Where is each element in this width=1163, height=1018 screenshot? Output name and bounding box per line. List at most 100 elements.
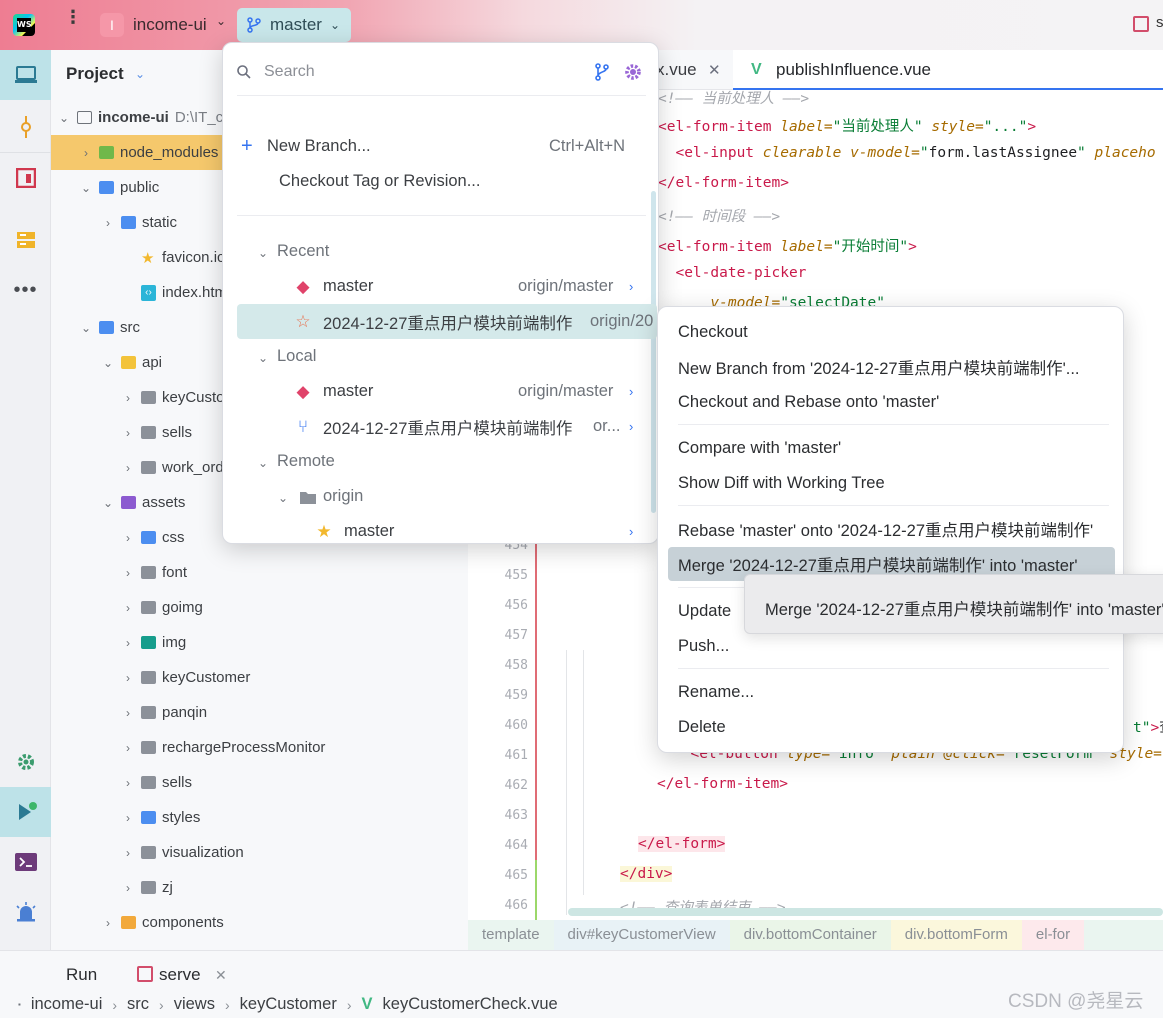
- tree-row[interactable]: › styles: [51, 800, 468, 835]
- webstorm-logo-icon[interactable]: WS: [13, 14, 35, 36]
- path-segment[interactable]: src: [127, 995, 149, 1014]
- checkout-tag-item[interactable]: Checkout Tag or Revision...: [237, 164, 657, 199]
- chevron-down-icon[interactable]: ⌄: [258, 351, 268, 365]
- tree-row[interactable]: › panqin: [51, 695, 468, 730]
- chevron-right-icon[interactable]: ›: [121, 671, 135, 685]
- breadcrumb-item[interactable]: div#keyCustomerView: [553, 920, 730, 950]
- problems-tool-button[interactable]: [0, 887, 51, 937]
- menu-item[interactable]: Rename...: [668, 675, 1115, 709]
- menu-item[interactable]: Checkout and Rebase onto 'master': [668, 385, 1115, 419]
- branch-switcher[interactable]: master ⌄: [237, 8, 351, 42]
- structure-tool-button[interactable]: [0, 152, 51, 202]
- chevron-right-icon[interactable]: ›: [121, 566, 135, 580]
- chevron-right-icon[interactable]: ›: [121, 391, 135, 405]
- commit-tool-button[interactable]: [0, 102, 51, 152]
- chevron-right-icon[interactable]: ›: [101, 916, 115, 930]
- tree-row[interactable]: › components: [51, 905, 468, 940]
- run-config-icon[interactable]: [1133, 16, 1149, 32]
- chevron-right-icon[interactable]: ›: [121, 811, 135, 825]
- panel-title[interactable]: Project: [66, 64, 124, 84]
- chevron-right-icon[interactable]: ›: [79, 146, 93, 160]
- branch-item[interactable]: ★ master ›: [237, 514, 657, 543]
- chevron-down-icon[interactable]: ⌄: [101, 356, 115, 370]
- chevron-down-icon[interactable]: ⌄: [278, 491, 288, 505]
- chevron-right-icon[interactable]: ›: [121, 461, 135, 475]
- tree-row[interactable]: › sells: [51, 765, 468, 800]
- chevron-down-icon[interactable]: ⌄: [101, 496, 115, 510]
- database-tool-button[interactable]: [0, 215, 51, 265]
- run-config-tab[interactable]: serve: [159, 965, 201, 985]
- project-tool-button[interactable]: [0, 50, 51, 100]
- breadcrumb-item[interactable]: el-for: [1021, 920, 1085, 950]
- menu-item[interactable]: Show Diff with Working Tree: [668, 466, 1115, 500]
- path-segment[interactable]: keyCustomerCheck.vue: [383, 995, 558, 1014]
- tree-row[interactable]: › rechargeProcessMonitor: [51, 730, 468, 765]
- group-local[interactable]: Local: [277, 347, 316, 366]
- chevron-right-icon[interactable]: ›: [121, 706, 135, 720]
- chevron-down-icon[interactable]: ⌄: [79, 181, 93, 195]
- chevron-right-icon[interactable]: ›: [121, 741, 135, 755]
- chevron-right-icon[interactable]: ›: [121, 636, 135, 650]
- project-switcher[interactable]: income-ui: [133, 15, 207, 35]
- close-icon[interactable]: ✕: [708, 61, 721, 79]
- chevron-right-icon[interactable]: ›: [121, 776, 135, 790]
- chevron-right-icon[interactable]: ›: [121, 846, 135, 860]
- breadcrumb-item[interactable]: template: [468, 920, 554, 950]
- branch-graph-icon[interactable]: [594, 63, 610, 81]
- menu-item[interactable]: Checkout: [668, 315, 1115, 349]
- breadcrumb-item[interactable]: div.bottomForm: [890, 920, 1022, 950]
- chevron-down-icon[interactable]: ⌄: [258, 246, 268, 260]
- path-segment[interactable]: views: [174, 995, 215, 1014]
- search-input[interactable]: Search: [264, 63, 315, 81]
- run-tab[interactable]: Run: [66, 965, 97, 985]
- branch-item[interactable]: ⑂ 2024-12-27重点用户模块前端制作 or... ›: [237, 409, 657, 444]
- settings-gear-icon[interactable]: [0, 737, 51, 787]
- new-branch-item[interactable]: + New Branch... Ctrl+Alt+N: [237, 129, 657, 164]
- breadcrumb-item[interactable]: div.bottomContainer: [729, 920, 891, 950]
- chevron-right-icon[interactable]: ›: [121, 426, 135, 440]
- chevron-right-icon[interactable]: ›: [629, 419, 633, 434]
- path-segment[interactable]: income-ui: [31, 995, 103, 1014]
- editor-tab[interactable]: x.vue: [656, 60, 697, 80]
- tree-row[interactable]: › keyCustomer: [51, 660, 468, 695]
- chevron-right-icon[interactable]: ›: [121, 881, 135, 895]
- tree-row[interactable]: › img: [51, 625, 468, 660]
- chevron-right-icon[interactable]: ›: [629, 524, 633, 539]
- run-tool-button[interactable]: [0, 787, 51, 837]
- remote-origin[interactable]: origin: [323, 487, 363, 506]
- close-icon[interactable]: ✕: [215, 967, 227, 984]
- menu-item[interactable]: Rebase 'master' onto '2024-12-27重点用户模块前端…: [668, 512, 1115, 546]
- menu-item[interactable]: Delete: [668, 710, 1115, 744]
- path-segment[interactable]: keyCustomer: [240, 995, 337, 1014]
- chevron-down-icon[interactable]: ⌄: [258, 456, 268, 470]
- chevron-down-icon[interactable]: ⌄: [135, 67, 145, 81]
- menu-item[interactable]: Push...: [668, 629, 1115, 663]
- run-config-label[interactable]: s: [1156, 14, 1163, 31]
- chevron-right-icon[interactable]: ›: [101, 216, 115, 230]
- chevron-down-icon[interactable]: ⌄: [79, 321, 93, 335]
- tree-row[interactable]: › zj: [51, 870, 468, 905]
- tree-row[interactable]: › font: [51, 555, 468, 590]
- branch-item[interactable]: ☆ 2024-12-27重点用户模块前端制作 origin/20: [237, 304, 657, 339]
- gear-icon[interactable]: [624, 63, 642, 81]
- tree-row[interactable]: › visualization: [51, 835, 468, 870]
- more-tools-icon[interactable]: •••: [0, 265, 51, 315]
- branch-item[interactable]: ◆ master origin/master ›: [237, 374, 657, 409]
- chevron-right-icon[interactable]: ›: [121, 531, 135, 545]
- chevron-down-icon[interactable]: ⌄: [216, 14, 226, 28]
- chevron-right-icon[interactable]: ›: [121, 601, 135, 615]
- chevron-down-icon[interactable]: ⌄: [57, 111, 71, 125]
- terminal-tool-button[interactable]: [0, 837, 51, 887]
- horizontal-scrollbar[interactable]: [568, 908, 1163, 916]
- scrollbar[interactable]: [651, 191, 656, 513]
- chevron-right-icon[interactable]: ›: [629, 279, 633, 294]
- menu-item[interactable]: Compare with 'master': [668, 431, 1115, 465]
- group-remote[interactable]: Remote: [277, 452, 335, 471]
- tree-row[interactable]: › goimg: [51, 590, 468, 625]
- menu-item[interactable]: New Branch from '2024-12-27重点用户模块前端制作'..…: [668, 350, 1115, 384]
- branch-item[interactable]: ◆ master origin/master ›: [237, 269, 657, 304]
- group-recent[interactable]: Recent: [277, 242, 329, 261]
- editor-tab-active[interactable]: V publishInfluence.vue: [733, 50, 1163, 90]
- chevron-right-icon[interactable]: ›: [629, 384, 633, 399]
- main-menu-icon[interactable]: ⋮: [64, 9, 82, 36]
